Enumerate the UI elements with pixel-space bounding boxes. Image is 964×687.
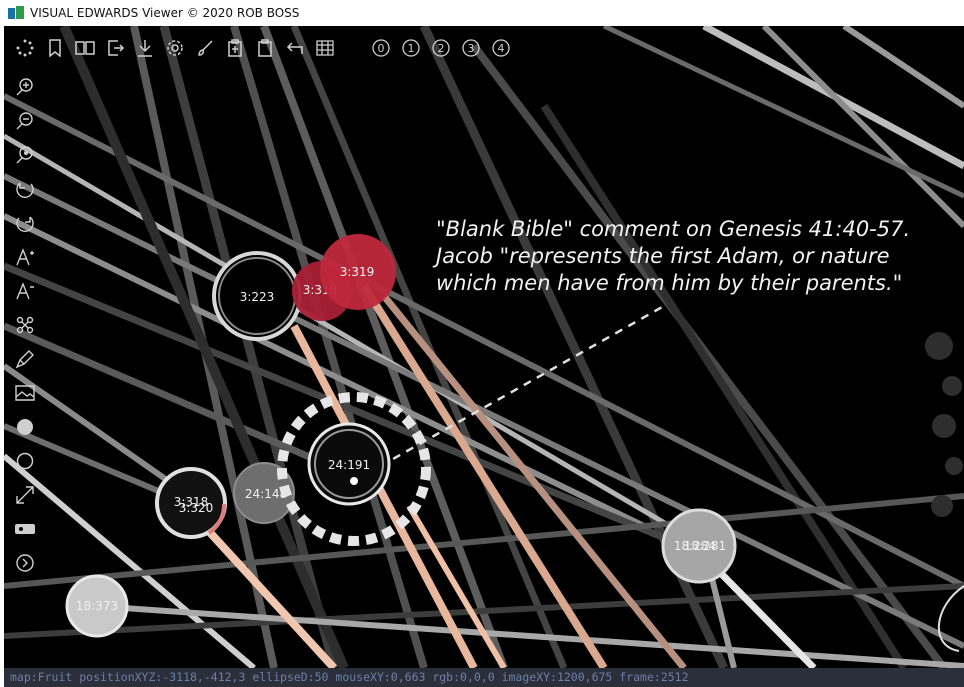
layer-button-2[interactable]: 2 xyxy=(426,33,456,63)
image-icon[interactable] xyxy=(10,376,40,410)
map-canvas[interactable]: 3:223 3:318 3:319 24:148 3:318 3:320 24:… xyxy=(4,26,964,668)
annotation-line: Jacob "represents the first Adam, or nat… xyxy=(436,244,890,268)
layer-button-4[interactable]: 4 xyxy=(486,33,516,63)
edge-line xyxy=(761,26,964,229)
clipboard-add-icon[interactable] xyxy=(220,33,250,63)
annotation-comment: "Blank Bible" comment on Genesis 41:40-5… xyxy=(436,216,956,297)
node-label: 18:373 xyxy=(76,599,118,613)
edge-line xyxy=(230,26,428,668)
filled-circle-icon[interactable] xyxy=(10,410,40,444)
clipboard-icon[interactable] xyxy=(250,33,280,63)
exit-icon[interactable] xyxy=(100,33,130,63)
font-decrease-icon[interactable] xyxy=(10,274,40,308)
network-graph: 3:223 3:318 3:319 24:148 3:318 3:320 24:… xyxy=(4,26,964,668)
layer-button-label: 4 xyxy=(498,42,505,55)
layer-button-label: 0 xyxy=(378,42,385,55)
edge-line xyxy=(602,26,964,199)
highlighter-icon[interactable] xyxy=(10,342,40,376)
annotation-line: which men have from him by their parents… xyxy=(436,271,903,295)
status-bar: map:Fruit positionXYZ:-3118,-412,3 ellip… xyxy=(4,668,964,687)
rotate-right-icon[interactable] xyxy=(10,206,40,240)
layer-button-1[interactable]: 1 xyxy=(396,33,426,63)
node-18-284-18-281[interactable]: 18:284 18:281 xyxy=(661,508,737,584)
zoom-out-icon[interactable] xyxy=(10,104,40,138)
grid-icon[interactable] xyxy=(310,33,340,63)
node-label: 24:191 xyxy=(328,458,370,472)
node-3-318-3-320[interactable]: 3:318 3:320 xyxy=(155,467,227,539)
rotate-left-icon[interactable] xyxy=(10,172,40,206)
brush-icon[interactable] xyxy=(190,33,220,63)
speckle-texture xyxy=(925,332,963,517)
node-label: 3:223 xyxy=(240,290,275,304)
font-increase-icon[interactable] xyxy=(10,240,40,274)
node-label: 3:320 xyxy=(179,501,214,515)
zoom-reset-icon[interactable] xyxy=(10,138,40,172)
layer-button-0[interactable]: 0 xyxy=(366,33,396,63)
edge-line xyxy=(93,603,964,668)
outline-circle-icon[interactable] xyxy=(10,444,40,478)
record-icon[interactable] xyxy=(10,512,40,546)
layer-button-3[interactable]: 3 xyxy=(456,33,486,63)
node-label: 3:319 xyxy=(340,265,375,279)
undo-icon[interactable] xyxy=(280,33,310,63)
loading-dots-icon[interactable] xyxy=(10,33,40,63)
node-3-223[interactable]: 3:223 xyxy=(212,251,302,341)
layer-button-label: 1 xyxy=(408,42,415,55)
annotation-line: "Blank Bible" comment on Genesis 41:40-5… xyxy=(436,217,911,241)
node-label: 18:281 xyxy=(684,539,726,553)
node-3-319-red[interactable]: 3:319 xyxy=(320,234,396,310)
next-icon[interactable] xyxy=(10,546,40,580)
layer-button-label: 3 xyxy=(468,42,475,55)
network-icon[interactable] xyxy=(10,308,40,342)
download-icon[interactable] xyxy=(130,33,160,63)
expand-icon[interactable] xyxy=(10,478,40,512)
bookmark-icon[interactable] xyxy=(40,33,70,63)
settings-icon[interactable] xyxy=(160,33,190,63)
edge-line xyxy=(540,103,908,668)
book-open-icon[interactable] xyxy=(70,33,100,63)
toolbar: 0 1 2 3 4 xyxy=(4,26,516,70)
window-title: VISUAL EDWARDS Viewer © 2020 ROB BOSS xyxy=(30,6,300,20)
layer-button-label: 2 xyxy=(438,42,445,55)
node-18-373[interactable]: 18:373 xyxy=(65,574,129,638)
app-logo-icon xyxy=(8,6,24,20)
edge-line xyxy=(842,26,964,109)
title-bar: VISUAL EDWARDS Viewer © 2020 ROB BOSS xyxy=(0,0,964,26)
sidebar xyxy=(10,70,40,580)
zoom-in-icon[interactable] xyxy=(10,70,40,104)
